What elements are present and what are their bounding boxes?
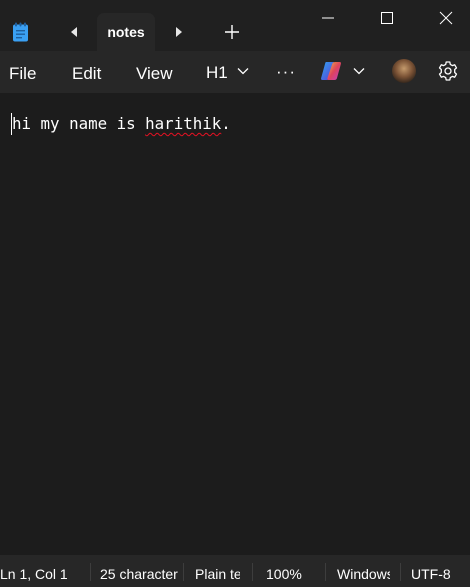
divider — [90, 563, 91, 581]
cursor-position: Ln 1, Col 1 — [0, 566, 68, 582]
divider — [252, 563, 253, 581]
tab-scroll-left-icon[interactable] — [66, 22, 82, 42]
character-count: 25 characters — [100, 566, 178, 582]
divider — [400, 563, 401, 581]
title-bar: notes — [0, 0, 470, 51]
encoding[interactable]: UTF-8 — [411, 555, 470, 587]
tab-scroll-right-icon[interactable] — [171, 22, 187, 42]
menu-view[interactable]: View — [136, 63, 173, 85]
more-options-button[interactable]: ··· — [276, 61, 296, 83]
document-text[interactable]: hi my name is harithik. — [12, 114, 231, 134]
tab-title: notes — [107, 24, 145, 40]
copilot-icon[interactable] — [319, 60, 343, 82]
divider — [325, 563, 326, 581]
menu-file[interactable]: File — [9, 63, 36, 85]
notepad-icon — [13, 22, 28, 42]
chevron-down-icon[interactable] — [352, 64, 366, 78]
text-segment: . — [221, 114, 231, 133]
minimize-icon[interactable] — [318, 8, 338, 28]
misspelled-word[interactable]: harithik — [145, 114, 221, 133]
tab-notes[interactable]: notes — [97, 13, 155, 51]
gear-icon[interactable] — [437, 60, 459, 82]
chevron-down-icon[interactable] — [236, 64, 250, 78]
text-editor[interactable]: hi my name is harithik. — [0, 93, 470, 555]
menu-bar: File Edit View H1 ··· — [0, 51, 470, 93]
line-ending[interactable]: Windows (CRLF) — [337, 555, 390, 587]
avatar[interactable] — [392, 59, 416, 83]
zoom-level[interactable]: 100% — [266, 555, 316, 587]
plus-icon[interactable] — [222, 22, 242, 42]
divider — [183, 563, 184, 581]
heading-dropdown[interactable]: H1 — [206, 62, 228, 84]
text-format[interactable]: Plain text — [195, 555, 240, 587]
maximize-icon[interactable] — [377, 8, 397, 28]
status-bar: Ln 1, Col 1 25 characters Plain text 100… — [0, 555, 470, 587]
menu-edit[interactable]: Edit — [72, 63, 101, 85]
text-segment: hi my name is — [12, 114, 146, 133]
close-icon[interactable] — [436, 8, 456, 28]
